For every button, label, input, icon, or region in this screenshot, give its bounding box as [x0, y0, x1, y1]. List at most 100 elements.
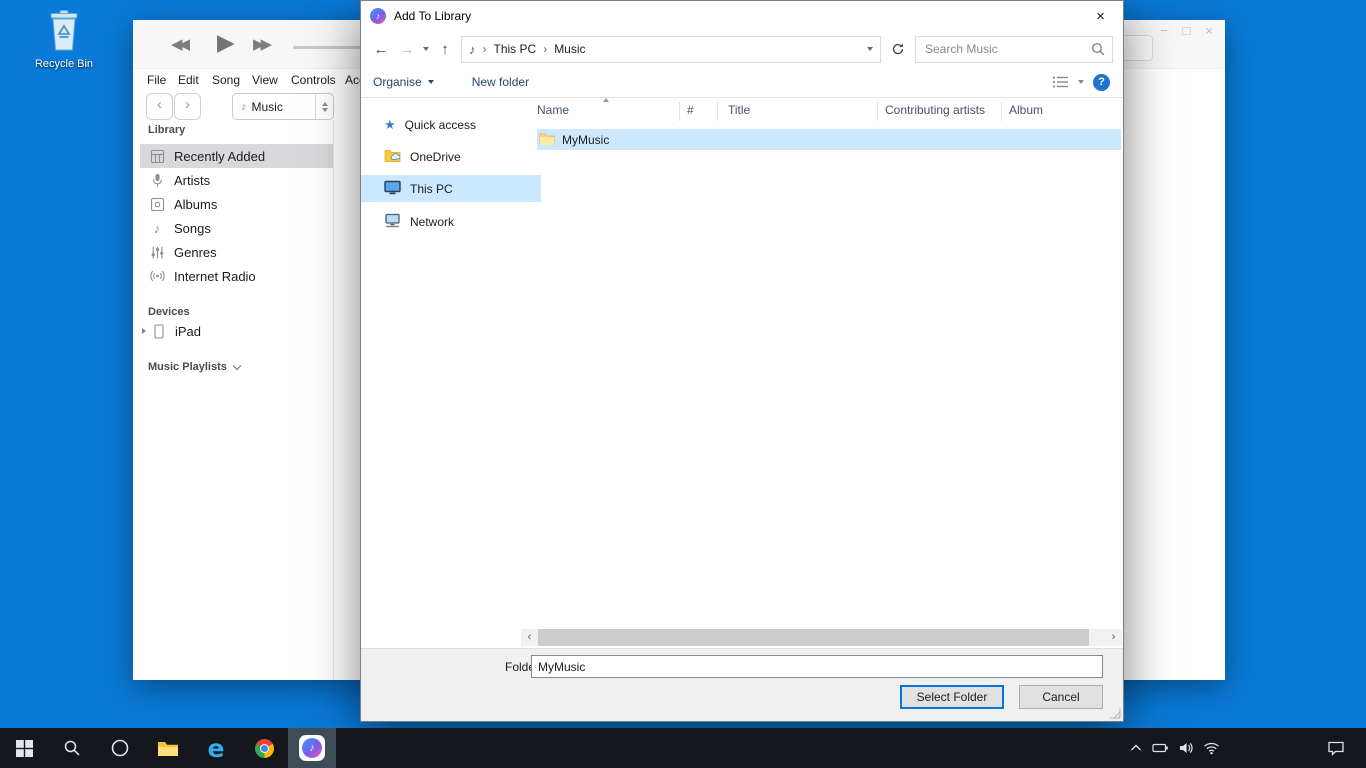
grid-icon	[149, 149, 165, 164]
devices-header: Devices	[148, 306, 190, 318]
chat-bubble-icon	[1327, 740, 1345, 756]
network-tray-button[interactable]	[1203, 740, 1220, 756]
recycle-bin-shortcut[interactable]: Recycle Bin	[26, 8, 102, 70]
column-header-number[interactable]: #	[687, 103, 694, 117]
close-icon[interactable]: ×	[1205, 24, 1213, 37]
file-row-mymusic[interactable]: MyMusic	[537, 129, 1121, 150]
cancel-button[interactable]: Cancel	[1019, 685, 1103, 709]
menu-file[interactable]: File	[147, 73, 166, 87]
minimize-icon[interactable]: −	[1160, 24, 1168, 37]
navpane-label: Network	[410, 215, 454, 229]
itunes-logo-icon: ♪	[370, 8, 386, 24]
column-separator[interactable]	[679, 102, 680, 121]
this-pc-icon	[384, 180, 401, 198]
ipad-icon	[150, 324, 166, 339]
organise-button[interactable]: Organise	[373, 75, 434, 89]
volume-tray-button[interactable]	[1178, 740, 1194, 756]
media-kind-value: Music	[252, 100, 316, 114]
column-separator[interactable]	[877, 102, 878, 121]
navpane-label: OneDrive	[410, 150, 461, 164]
search-box[interactable]	[915, 36, 1113, 63]
fast-forward-icon[interactable]: ▶▶	[253, 37, 268, 52]
cancel-label: Cancel	[1042, 690, 1079, 704]
network-icon	[384, 213, 401, 231]
column-header-album[interactable]: Album	[1009, 103, 1043, 117]
back-button[interactable]: ‹	[146, 93, 173, 120]
folder-name-input[interactable]	[531, 655, 1103, 678]
new-folder-button[interactable]: New folder	[472, 75, 529, 89]
column-separator[interactable]	[1001, 102, 1002, 121]
music-note-icon: ♪	[149, 221, 165, 236]
itunes-taskbar-button[interactable]: ♪	[288, 728, 336, 768]
breadcrumb-separator-icon: ›	[543, 42, 547, 56]
itunes-search-field-edge	[1121, 35, 1153, 61]
breadcrumb-this-pc[interactable]: This PC	[494, 42, 537, 56]
menu-controls[interactable]: Controls	[291, 73, 336, 87]
navpane-onedrive[interactable]: OneDrive	[361, 143, 541, 170]
dialog-titlebar[interactable]: ♪ Add To Library	[361, 1, 1123, 31]
media-kind-stepper[interactable]	[315, 94, 333, 119]
sidebar-item-albums[interactable]: Albums	[140, 192, 333, 216]
expand-caret-icon[interactable]	[142, 328, 146, 334]
dialog-close-button[interactable]: ×	[1078, 1, 1123, 31]
cortana-button[interactable]	[96, 728, 144, 768]
windows-logo-icon	[16, 740, 33, 757]
itunes-window-controls: − □ ×	[1160, 24, 1213, 37]
sidebar-item-internet-radio[interactable]: Internet Radio	[140, 264, 333, 288]
edge-button[interactable]: e	[192, 728, 240, 768]
sidebar-item-ipad[interactable]: iPad	[140, 319, 333, 343]
sidebar-item-label: Internet Radio	[174, 269, 256, 284]
sidebar-item-songs[interactable]: ♪ Songs	[140, 216, 333, 240]
system-tray	[1129, 728, 1220, 768]
column-header-title[interactable]: Title	[728, 103, 750, 117]
address-dropdown-caret-icon[interactable]	[867, 47, 873, 51]
sidebar-item-artists[interactable]: Artists	[140, 168, 333, 192]
column-header-contributing-artists[interactable]: Contributing artists	[885, 103, 985, 117]
media-kind-selector[interactable]: ♪ Music	[232, 93, 334, 120]
taskbar-search-button[interactable]	[48, 728, 96, 768]
navpane-quick-access[interactable]: ★ Quick access	[361, 111, 541, 138]
battery-tray-button[interactable]	[1152, 740, 1169, 756]
start-button[interactable]	[0, 728, 48, 768]
maximize-icon[interactable]: □	[1183, 24, 1191, 37]
music-playlists-header[interactable]: Music Playlists	[148, 361, 240, 373]
file-explorer-button[interactable]	[144, 728, 192, 768]
select-folder-button[interactable]: Select Folder	[900, 685, 1004, 709]
menu-edit[interactable]: Edit	[178, 73, 199, 87]
sidebar-item-genres[interactable]: Genres	[140, 240, 333, 264]
rewind-icon[interactable]: ◀◀	[171, 37, 186, 52]
resize-grip[interactable]	[1109, 707, 1121, 719]
close-icon: ×	[1096, 8, 1105, 25]
column-separator[interactable]	[717, 102, 718, 121]
scrollbar-thumb[interactable]	[538, 629, 1089, 646]
scroll-left-arrow[interactable]: ‹	[521, 629, 538, 646]
menu-view[interactable]: View	[252, 73, 278, 87]
list-view-icon[interactable]	[1052, 75, 1069, 89]
breadcrumb[interactable]: ♪ › This PC › Music	[461, 36, 881, 63]
menu-song[interactable]: Song	[212, 73, 240, 87]
recent-locations-caret-icon[interactable]	[423, 47, 429, 51]
chrome-button[interactable]	[240, 728, 288, 768]
navpane-network[interactable]: Network	[361, 208, 541, 235]
action-center-button[interactable]	[1314, 728, 1358, 768]
play-icon[interactable]: ▶	[217, 31, 235, 54]
show-hidden-icons-button[interactable]	[1129, 741, 1143, 755]
view-options-caret-icon[interactable]	[1078, 80, 1084, 84]
navpane-label: This PC	[410, 182, 453, 196]
help-button[interactable]: ?	[1093, 74, 1110, 91]
search-input[interactable]	[923, 41, 1086, 57]
music-note-icon: ♪	[309, 743, 315, 754]
refresh-button[interactable]	[887, 42, 909, 56]
nav-back-button[interactable]: ←	[371, 42, 391, 57]
breadcrumb-music[interactable]: Music	[554, 42, 585, 56]
nav-forward-button[interactable]: ←	[397, 42, 417, 57]
forward-button[interactable]: ›	[174, 93, 201, 120]
horizontal-scrollbar[interactable]: ‹ ›	[521, 629, 1122, 646]
volume-slider[interactable]	[293, 46, 365, 49]
column-header-name[interactable]: Name	[537, 103, 569, 117]
sidebar-item-recently-added[interactable]: Recently Added	[140, 144, 333, 168]
scroll-right-arrow[interactable]: ›	[1105, 629, 1122, 646]
sidebar-item-label: Genres	[174, 245, 217, 260]
nav-up-button[interactable]: ↑	[435, 42, 455, 57]
navpane-this-pc[interactable]: This PC	[361, 175, 541, 202]
